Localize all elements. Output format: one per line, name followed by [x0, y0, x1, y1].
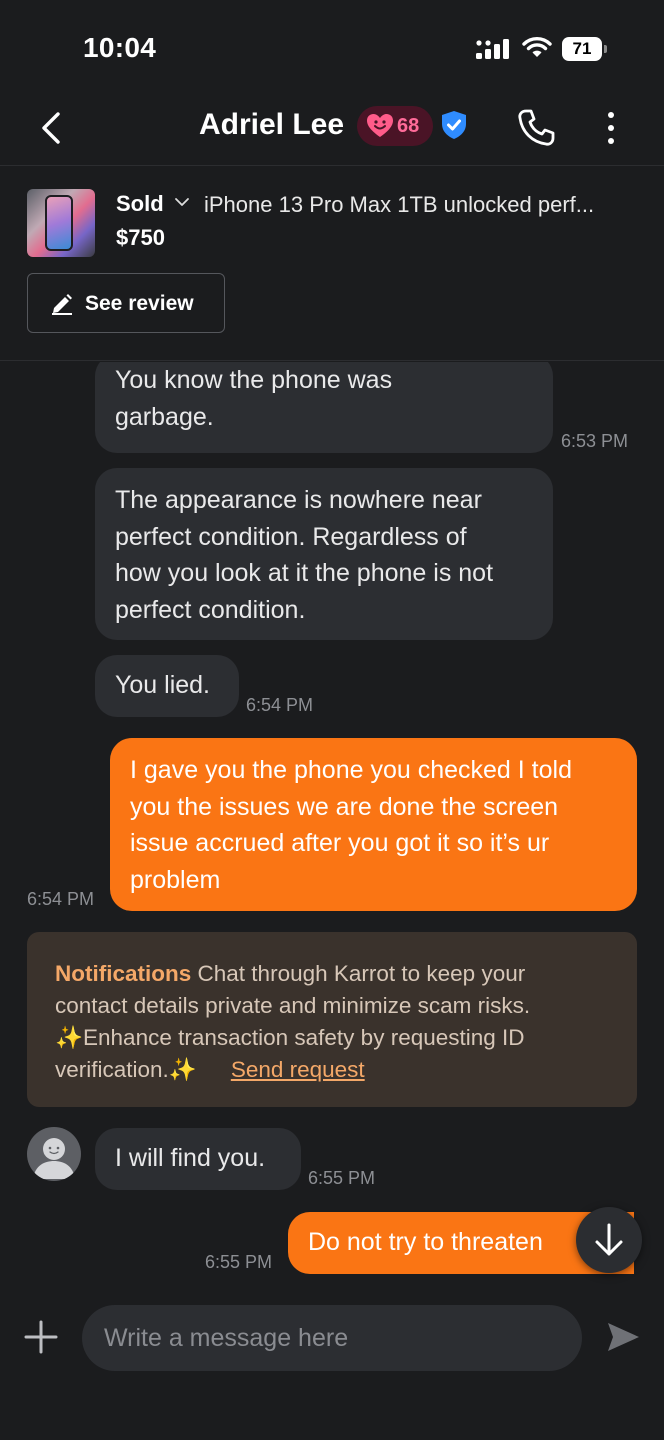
message-line: You know the phone was [115, 366, 393, 394]
message-line: garbage. [115, 402, 214, 431]
message-timestamp: 6:54 PM [27, 889, 95, 909]
pencil-icon [52, 294, 72, 315]
message-line: The appearance is nowhere near [115, 486, 482, 514]
message-input[interactable] [82, 1305, 582, 1371]
message-line: perfect condition. [115, 595, 306, 624]
notice-text: verification.✨ [55, 1057, 197, 1082]
notice-heading: Notifications [55, 961, 192, 986]
message-bubble-incoming[interactable]: You lied. [95, 655, 239, 717]
manner-temperature-badge[interactable]: 68 [357, 106, 433, 146]
message-line: issue accrued after you got it so it’s u… [130, 829, 550, 857]
product-summary: Sold iPhone 13 Pro Max 1TB unlocked perf… [0, 166, 664, 361]
status-time: 10:04 [83, 32, 157, 63]
message-timestamp: 6:53 PM [561, 431, 629, 451]
notice-line: contact details private and minimize sca… [55, 993, 531, 1018]
message-timestamp: 6:55 PM [205, 1252, 273, 1272]
notice-text: Chat through Karrot to keep your [197, 961, 526, 986]
phone-icon[interactable] [514, 106, 558, 150]
product-thumbnail-phone [45, 195, 73, 251]
manner-temperature-value: 68 [397, 115, 420, 137]
battery-tip [604, 45, 607, 53]
cellular-signal-icon [476, 39, 509, 59]
message-line: perfect condition. Regardless of [115, 522, 467, 551]
arrow-down-icon [595, 1223, 623, 1256]
message-line: I will find you. [115, 1144, 266, 1172]
product-title[interactable]: iPhone 13 Pro Max 1TB unlocked perf... [204, 192, 594, 218]
avatar[interactable] [27, 1127, 81, 1181]
safety-notification: Notifications Chat through Karrot to kee… [27, 932, 637, 1107]
message-line: how you look at it the phone is not [115, 559, 494, 587]
see-review-label: See review [85, 292, 194, 315]
message-line: problem [130, 865, 221, 894]
message-line: you the issues we are done the screen [130, 792, 559, 821]
chevron-down-icon[interactable] [174, 194, 190, 210]
message-line: Do not try to threaten [308, 1228, 543, 1256]
wifi-icon [522, 37, 552, 57]
chat-header: Adriel Lee 68 [0, 90, 664, 166]
battery-indicator: 71 [562, 37, 608, 61]
message-bubble-incoming[interactable]: You know the phone was garbage. [95, 362, 553, 453]
send-icon[interactable] [604, 1318, 642, 1356]
message-composer [0, 1300, 664, 1440]
heart-face-icon [367, 114, 393, 137]
notice-line: verification.✨ Send request [55, 1054, 611, 1086]
scroll-to-bottom-button[interactable] [576, 1207, 642, 1273]
message-line: You lied. [115, 671, 210, 699]
contact-name[interactable]: Adriel Lee [199, 108, 344, 142]
notice-line: Notifications Chat through Karrot to kee… [55, 958, 611, 990]
battery-level: 71 [562, 37, 602, 61]
status-bar: 10:04 71 [0, 0, 664, 90]
product-price: $750 [116, 225, 165, 250]
product-status[interactable]: Sold [116, 191, 164, 217]
product-thumbnail[interactable] [27, 189, 95, 257]
message-bubble-outgoing[interactable]: I gave you the phone you checked I told … [110, 738, 637, 911]
message-bubble-incoming[interactable]: The appearance is nowhere near perfect c… [95, 468, 553, 640]
more-vertical-icon[interactable] [596, 108, 626, 148]
back-icon[interactable] [30, 106, 74, 150]
see-review-button[interactable]: See review [27, 273, 225, 333]
message-bubble-incoming[interactable]: I will find you. [95, 1128, 301, 1190]
message-timestamp: 6:55 PM [308, 1168, 376, 1188]
default-avatar-icon [33, 1138, 75, 1179]
notice-line: ✨Enhance transaction safety by requestin… [55, 1025, 525, 1050]
verified-check-icon [442, 111, 466, 139]
message-list[interactable]: You know the phone was garbage. 6:53 PM … [0, 362, 664, 1300]
message-line: I gave you the phone you checked I told [130, 756, 572, 784]
send-request-link[interactable]: Send request [231, 1057, 365, 1082]
message-timestamp: 6:54 PM [246, 695, 314, 715]
plus-icon[interactable] [22, 1318, 60, 1356]
